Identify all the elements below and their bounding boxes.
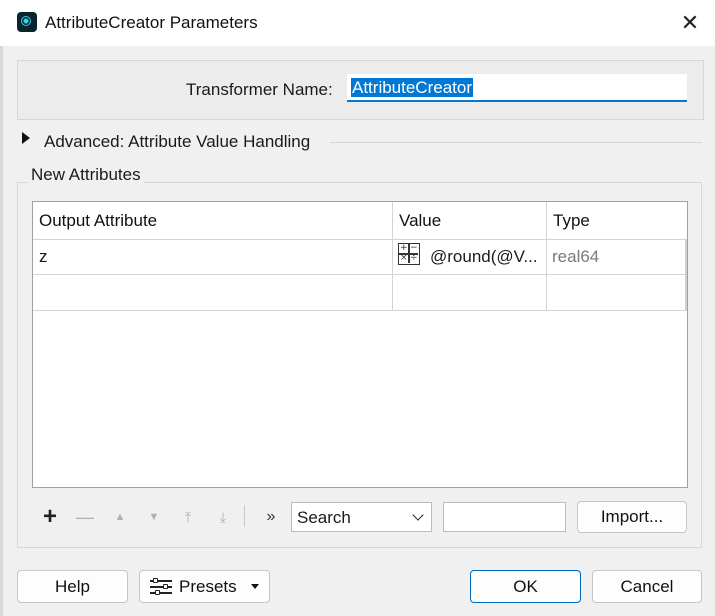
- transformer-name-label: Transformer Name:: [186, 80, 333, 99]
- transformer-name-input[interactable]: AttributeCreator: [347, 74, 687, 102]
- help-button[interactable]: Help: [17, 570, 128, 603]
- presets-button[interactable]: Presets: [139, 570, 270, 603]
- search-mode-select[interactable]: Search: [291, 502, 432, 532]
- column-header-output-attribute[interactable]: Output Attribute: [33, 202, 393, 239]
- remove-row-icon[interactable]: —: [74, 506, 96, 528]
- advanced-section-label[interactable]: Advanced: Attribute Value Handling: [44, 132, 310, 152]
- transformer-name-value: AttributeCreator: [351, 78, 473, 97]
- cancel-button[interactable]: Cancel: [592, 570, 702, 603]
- search-input[interactable]: [443, 502, 566, 532]
- header-divider: [33, 239, 687, 240]
- search-mode-value: Search: [297, 508, 351, 527]
- table-scroll-edge: [685, 239, 687, 311]
- move-to-bottom-icon[interactable]: ⤓: [212, 506, 234, 528]
- close-icon[interactable]: ✕: [676, 10, 704, 36]
- new-attributes-label: New Attributes: [28, 165, 144, 185]
- arithmetic-editor-icon[interactable]: + − × ÷: [398, 243, 420, 265]
- presets-label: Presets: [179, 577, 237, 596]
- presets-sliders-icon: [150, 578, 172, 595]
- advanced-divider: [330, 142, 702, 143]
- attributes-table[interactable]: Output Attribute Value Type z + − × ÷ @r…: [32, 201, 688, 488]
- table-cell-type[interactable]: real64: [552, 247, 599, 267]
- toolbar-separator: [244, 505, 245, 527]
- table-cell-type[interactable]: [552, 282, 682, 306]
- row-divider: [33, 274, 687, 275]
- import-button[interactable]: Import...: [577, 501, 687, 533]
- move-to-top-icon[interactable]: ⤒: [177, 506, 199, 528]
- expand-triangle-icon[interactable]: [22, 132, 30, 144]
- table-cell-output-attribute[interactable]: z: [39, 247, 48, 267]
- column-divider: [392, 202, 393, 311]
- move-up-icon[interactable]: ▲: [109, 506, 131, 528]
- table-cell-value[interactable]: @round(@V...: [430, 247, 538, 267]
- column-header-value[interactable]: Value: [393, 202, 547, 239]
- ok-button[interactable]: OK: [470, 570, 581, 603]
- more-options-icon[interactable]: »: [260, 506, 282, 528]
- window-title: AttributeCreator Parameters: [45, 13, 258, 32]
- column-divider: [546, 202, 547, 311]
- add-row-icon[interactable]: +: [39, 505, 61, 529]
- move-down-icon[interactable]: ▼: [143, 506, 165, 528]
- table-cell-output-attribute[interactable]: [39, 282, 389, 306]
- table-cell-value[interactable]: [398, 282, 543, 306]
- column-header-type[interactable]: Type: [547, 202, 687, 239]
- background-window-edge: [0, 46, 3, 616]
- chevron-down-icon: [412, 509, 424, 521]
- app-icon: [17, 12, 37, 32]
- row-divider: [33, 310, 687, 311]
- caret-down-icon: [251, 584, 259, 589]
